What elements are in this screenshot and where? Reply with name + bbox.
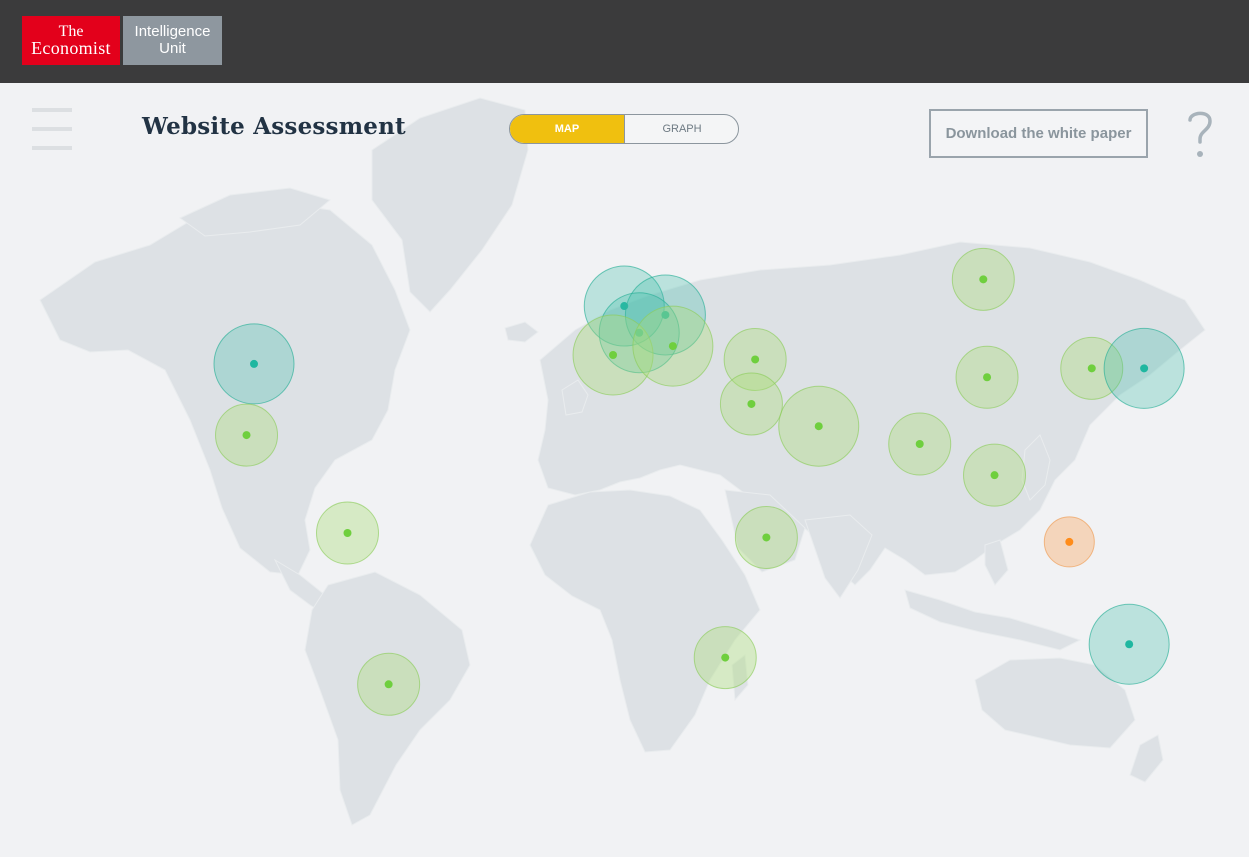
marker-dot — [609, 351, 618, 359]
logo-line-2: Economist — [31, 38, 111, 58]
land-masses — [39, 97, 1206, 826]
marker-dot — [343, 529, 352, 537]
hamburger-icon — [32, 108, 72, 112]
map-marker[interactable] — [1043, 516, 1095, 568]
map-marker[interactable] — [215, 403, 279, 467]
intelligence-unit-logo[interactable]: Intelligence Unit — [123, 16, 222, 65]
marker-dot — [762, 533, 771, 542]
marker-dot — [250, 359, 258, 368]
map-marker[interactable] — [213, 323, 295, 405]
map-marker[interactable] — [316, 501, 379, 565]
marker-dot — [721, 653, 730, 662]
marker-dot — [242, 431, 251, 440]
top-bar: The Economist Intelligence Unit — [0, 0, 1249, 83]
marker-dot — [983, 373, 992, 382]
marker-dot — [668, 342, 677, 351]
map-marker[interactable] — [734, 505, 798, 569]
world-map — [0, 83, 1249, 857]
map-marker[interactable] — [955, 345, 1019, 409]
marker-dot — [915, 440, 924, 448]
view-toggle: MAP GRAPH — [509, 114, 739, 144]
map-marker[interactable] — [1088, 603, 1170, 685]
marker-dot — [979, 275, 988, 284]
tab-map[interactable]: MAP — [510, 115, 624, 143]
map-marker[interactable] — [693, 626, 757, 690]
marker-dot — [747, 399, 756, 408]
map-marker[interactable] — [951, 247, 1015, 311]
marker-dot — [1140, 364, 1149, 373]
map-marker[interactable] — [719, 372, 783, 436]
help-button[interactable] — [1184, 108, 1216, 160]
marker-dot — [1125, 640, 1134, 649]
map-marker[interactable] — [888, 412, 952, 476]
page-title: Website Assessment — [142, 113, 406, 140]
marker-dot — [990, 471, 999, 480]
marker-dot — [1065, 537, 1074, 546]
map-marker[interactable] — [357, 652, 421, 716]
download-white-paper-button[interactable]: Download the white paper — [929, 109, 1148, 158]
tab-graph[interactable]: GRAPH — [624, 115, 738, 143]
economist-logo[interactable]: The Economist — [22, 16, 120, 65]
map-marker[interactable] — [963, 443, 1027, 507]
marker-dot — [814, 422, 823, 431]
world-map-svg — [39, 97, 1206, 826]
marker-dot — [1087, 364, 1096, 373]
unit-line-1: Intelligence — [134, 23, 211, 40]
marker-dot — [751, 355, 760, 364]
menu-button[interactable] — [32, 108, 72, 150]
unit-line-2: Unit — [159, 40, 186, 57]
map-marker[interactable] — [632, 305, 714, 387]
question-mark-icon — [1188, 111, 1212, 157]
hamburger-icon-line — [32, 127, 72, 131]
map-marker[interactable] — [778, 385, 860, 467]
marker-dot — [384, 680, 393, 689]
hamburger-icon-line — [32, 146, 72, 150]
map-marker[interactable] — [1103, 327, 1185, 409]
